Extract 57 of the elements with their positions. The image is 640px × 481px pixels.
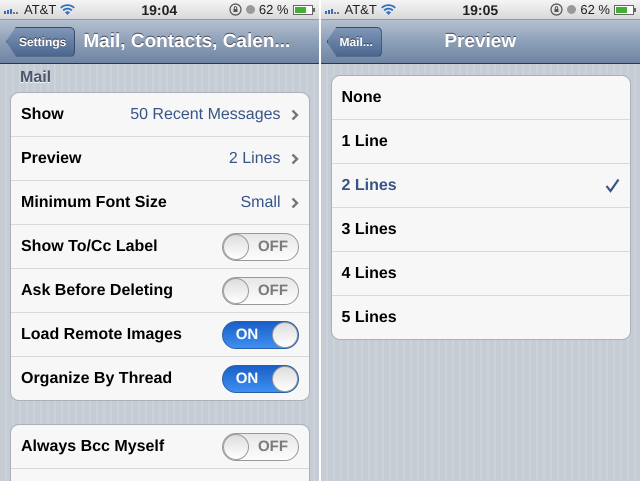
toggle-switch[interactable]: ON (222, 364, 298, 392)
section-header: Mail (19, 68, 52, 88)
toggle-switch[interactable]: OFF (222, 232, 298, 260)
settings-row[interactable]: 5 Lines (332, 295, 630, 339)
row-label: Load Remote Images (21, 326, 183, 344)
settings-row[interactable]: Always Bcc Myself OFF (11, 425, 308, 468)
row-label: 1 Line (342, 132, 389, 150)
row-label: Always Bcc Myself (21, 438, 166, 456)
row-label: 5 Lines (342, 308, 398, 326)
chevron-icon (290, 196, 298, 208)
status-time: 19:04 (141, 2, 178, 18)
settings-row[interactable]: Ask Before Deleting OFF (11, 268, 308, 312)
nav-title: Mail, Contacts, Calen... (83, 30, 290, 52)
carrier-name: AT&T (24, 2, 56, 17)
row-value: Small (240, 194, 280, 212)
row-label: Minimum Font Size (21, 194, 168, 212)
row-label: Show To/Cc Label (21, 238, 159, 256)
settings-row[interactable]: Show To/Cc Label OFF (11, 224, 308, 268)
row-value: 2 Lines (228, 150, 280, 168)
chevron-icon (290, 108, 298, 120)
row-label: Ask Before Deleting (21, 282, 174, 300)
carrier-name: AT&T (344, 2, 377, 17)
settings-row[interactable]: Preview 2 Lines (11, 136, 308, 180)
nav-title: Preview (444, 30, 516, 52)
rotation-lock-icon (550, 3, 564, 16)
settings-row[interactable]: 1 Line (332, 119, 630, 163)
settings-row[interactable]: Organize By Thread ON (11, 356, 308, 400)
toggle-switch[interactable]: OFF (222, 276, 298, 304)
row-label: Show (21, 106, 65, 124)
settings-row[interactable]: 4 Lines (332, 251, 630, 295)
checkmark-icon (605, 178, 620, 193)
row-label: 2 Lines (342, 176, 398, 194)
settings-row[interactable]: Load Remote Images ON (11, 312, 308, 356)
back-button[interactable]: Settings (6, 26, 76, 56)
row-label: 4 Lines (342, 264, 398, 282)
battery-percent: 62 % (580, 2, 610, 17)
settings-row[interactable]: 3 Lines (332, 207, 630, 251)
row-label: None (342, 88, 382, 106)
settings-row[interactable]: Minimum Font Size Small (11, 180, 308, 224)
wifi-icon (60, 4, 76, 15)
row-label: Organize By Thread (21, 370, 174, 388)
toggle-switch[interactable]: ON (222, 320, 298, 348)
battery-percent: 62 % (258, 2, 288, 17)
chevron-icon (290, 152, 298, 164)
battery-icon (614, 4, 636, 14)
toggle-switch[interactable]: OFF (222, 432, 298, 460)
row-label: Preview (21, 150, 82, 168)
rotation-lock-icon (228, 3, 242, 16)
battery-icon (292, 4, 314, 14)
settings-row[interactable]: None (332, 76, 630, 119)
row-label: 3 Lines (342, 220, 398, 238)
wifi-icon (380, 4, 396, 15)
row-value: 50 Recent Messages (130, 106, 280, 124)
status-time: 19:05 (462, 2, 498, 18)
settings-row[interactable]: 2 Lines (332, 163, 630, 207)
settings-row[interactable]: Show 50 Recent Messages (11, 93, 308, 136)
back-button[interactable]: Mail... (326, 26, 382, 56)
